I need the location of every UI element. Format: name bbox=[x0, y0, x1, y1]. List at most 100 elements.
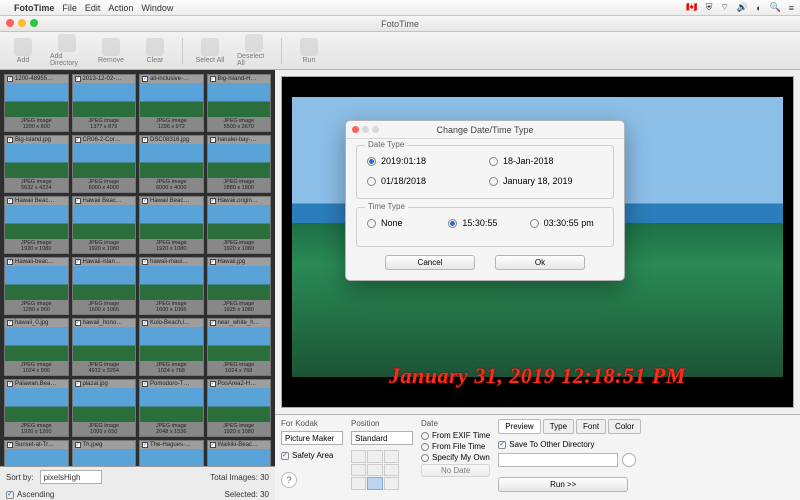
thumbnail-item[interactable]: ✓Hawaii.jpgJPEG image1925 x 1080 bbox=[207, 257, 272, 315]
shield-icon[interactable]: ⛨ bbox=[706, 2, 713, 13]
thumbnail-image bbox=[73, 449, 136, 466]
thumbnail-filename: Waikiki-Beac… bbox=[218, 442, 258, 448]
thumbnail-item[interactable]: ✓hawaii_hono…JPEG image4912 x 3264 bbox=[72, 318, 137, 376]
date-type-fieldset: Date Type 2019:01:18 18-Jan-2018 01/18/2… bbox=[356, 145, 614, 199]
position-grid[interactable] bbox=[351, 450, 399, 490]
date-type-option-0[interactable]: 2019:01:18 bbox=[367, 156, 481, 166]
sort-by-select[interactable]: pixelsHigh bbox=[40, 470, 102, 484]
date-type-option-2[interactable]: 01/18/2018 bbox=[367, 176, 481, 186]
date-specify-radio[interactable]: Specify My Own bbox=[421, 453, 490, 462]
wifi-icon[interactable]: ⌔ bbox=[720, 2, 728, 13]
thumbnail-item[interactable]: ✓hanalei-bay-…JPEG image2880 x 1800 bbox=[207, 135, 272, 193]
menu-action[interactable]: Action bbox=[108, 3, 133, 13]
time-type-option-1[interactable]: 15:30:55 bbox=[448, 218, 521, 228]
thumbnail-item[interactable]: ✓Hawaii Beac…JPEG image1920 x 1080 bbox=[72, 196, 137, 254]
thumbnail-item[interactable]: ✓all-inclusive-…JPEG image1296 x 972 bbox=[139, 74, 204, 132]
tab-color[interactable]: Color bbox=[608, 419, 641, 434]
thumbnail-filename: Hawaii-beac… bbox=[15, 259, 54, 265]
date-from-exif-radio[interactable]: From EXIF Time bbox=[421, 431, 490, 440]
tab-preview[interactable]: Preview bbox=[498, 419, 540, 434]
flag-icon[interactable]: 🇨🇦 bbox=[686, 2, 697, 13]
toolbar-separator bbox=[281, 38, 282, 64]
thumbnail-item[interactable]: ✓Big-Island-H…JPEG image5500 x 3670 bbox=[207, 74, 272, 132]
date-from-file-radio[interactable]: From File Time bbox=[421, 442, 490, 451]
thumbnail-meta: JPEG image1024 x 900 bbox=[5, 361, 68, 375]
thumbnail-filename: 1200-48955… bbox=[15, 76, 53, 82]
picture-maker-select[interactable]: Picture Maker bbox=[281, 431, 343, 445]
run-button[interactable]: Run >> bbox=[498, 477, 628, 492]
menu-edit[interactable]: Edit bbox=[85, 3, 101, 13]
thumbnail-item[interactable]: ✓Hawaii Beac…JPEG image1920 x 1080 bbox=[139, 196, 204, 254]
thumbnail-item[interactable]: ✓plazal.jpgJPEG image1000 x 650 bbox=[72, 379, 137, 437]
toolbar-select-all-button[interactable]: Select All bbox=[193, 38, 227, 64]
thumbnail-item[interactable]: ✓Waikiki-Beac…JPEG image bbox=[207, 440, 272, 466]
toolbar-add-button[interactable]: Add bbox=[6, 38, 40, 64]
thumbnail-item[interactable]: ✓CR06-2-Cor…JPEG image6000 x 4000 bbox=[72, 135, 137, 193]
thumbnail-item[interactable]: ✓DSC08316.jpgJPEG image6000 x 4000 bbox=[139, 135, 204, 193]
toolbar-deselect-all-button[interactable]: Deselect All bbox=[237, 34, 271, 67]
dialog-cancel-button[interactable]: Cancel bbox=[385, 255, 475, 270]
thumbnail-item[interactable]: ✓hawaii_0.jpgJPEG image1024 x 900 bbox=[4, 318, 69, 376]
thumbnail-filename: The-Hagues-… bbox=[150, 442, 191, 448]
time-type-fieldset: Time Type None 15:30:55 03:30:55 pm bbox=[356, 207, 614, 247]
help-button[interactable]: ? bbox=[281, 472, 297, 488]
thumbnail-item[interactable]: ✓Kulo-Beach,l…JPEG image1024 x 768 bbox=[139, 318, 204, 376]
time-type-option-2[interactable]: 03:30:55 pm bbox=[530, 218, 603, 228]
save-other-directory-checkbox[interactable]: Save To Other Directory bbox=[498, 440, 794, 449]
choose-directory-button[interactable] bbox=[622, 453, 636, 467]
thumbnail-filename: hawaii_hono… bbox=[83, 320, 123, 326]
thumbnail-item[interactable]: ✓Pomodoro-T…JPEG image2048 x 1536 bbox=[139, 379, 204, 437]
menu-file[interactable]: File bbox=[62, 3, 77, 13]
thumbnail-item[interactable]: ✓hawaii-maui…JPEG image1600 x 1066 bbox=[139, 257, 204, 315]
search-icon[interactable]: 🔍 bbox=[770, 2, 781, 13]
thumbnail-item[interactable]: ✓1200-48955…JPEG image1200 x 800 bbox=[4, 74, 69, 132]
time-type-option-0[interactable]: None bbox=[367, 218, 440, 228]
zoom-window-icon[interactable] bbox=[30, 19, 38, 27]
volume-icon[interactable]: 🔊 bbox=[737, 2, 748, 13]
toolbar-clear-button[interactable]: Clear bbox=[138, 38, 172, 64]
close-window-icon[interactable] bbox=[6, 19, 14, 27]
dialog-close-icon[interactable] bbox=[352, 126, 359, 133]
output-directory-field[interactable] bbox=[498, 453, 618, 467]
app-name[interactable]: FotoTime bbox=[14, 3, 54, 13]
toolbar-run-button[interactable]: Run bbox=[292, 38, 326, 64]
thumbnail-item[interactable]: ✓Hawaii Beac…JPEG image1920 x 1080 bbox=[4, 196, 69, 254]
dialog-titlebar: Change Date/Time Type bbox=[346, 121, 624, 139]
thumbnail-item[interactable]: ✓2013-12-02-…JPEG image1377 x 879 bbox=[72, 74, 137, 132]
thumbnail-meta: JPEG image1377 x 879 bbox=[73, 117, 136, 131]
date-type-option-1[interactable]: 18-Jan-2018 bbox=[489, 156, 603, 166]
ascending-checkbox[interactable]: Ascending bbox=[6, 490, 54, 499]
thumbnail-image bbox=[208, 83, 271, 117]
hamburger-icon[interactable]: ≡ bbox=[789, 3, 794, 13]
thumbnail-item[interactable]: ✓Hawaii-islan…JPEG image1600 x 1066 bbox=[72, 257, 137, 315]
thumbnail-item[interactable]: ✓Big-island.jpgJPEG image5632 x 4224 bbox=[4, 135, 69, 193]
tab-font[interactable]: Font bbox=[576, 419, 606, 434]
toolbar-remove-button[interactable]: Remove bbox=[94, 38, 128, 64]
date-type-option-3[interactable]: January 18, 2019 bbox=[489, 176, 603, 186]
thumbnail-image bbox=[208, 144, 271, 178]
thumbnail-filename: Hawaii.jpg bbox=[218, 259, 246, 265]
thumbnail-item[interactable]: ✓Palawan.Bea…JPEG image1920 x 1200 bbox=[4, 379, 69, 437]
safety-area-checkbox[interactable]: Safety Area bbox=[281, 451, 343, 460]
thumbnail-meta: JPEG image5500 x 3670 bbox=[208, 117, 271, 131]
thumbnail-image bbox=[73, 388, 136, 422]
thumbnail-item[interactable]: ✓Th.jpegJPEG image bbox=[72, 440, 137, 466]
menu-window[interactable]: Window bbox=[141, 3, 173, 13]
thumbnail-meta: JPEG image1920 x 1200 bbox=[5, 422, 68, 436]
dialog-ok-button[interactable]: Ok bbox=[495, 255, 585, 270]
toolbar-add-directory-button[interactable]: Add Directory bbox=[50, 34, 84, 67]
thumbnail-item[interactable]: ✓Sunset-at-Tr…JPEG image bbox=[4, 440, 69, 466]
thumbnail-item[interactable]: ✓PosArea2-H…JPEG image1920 x 1080 bbox=[207, 379, 272, 437]
no-date-button[interactable]: No Date bbox=[421, 464, 490, 477]
thumbnail-meta: JPEG image1925 x 1080 bbox=[208, 300, 271, 314]
thumbnail-meta: JPEG image2880 x 1800 bbox=[208, 178, 271, 192]
thumbnail-meta: JPEG image1000 x 650 bbox=[73, 422, 136, 436]
thumbnail-item[interactable]: ✓near_white_h…JPEG image1024 x 768 bbox=[207, 318, 272, 376]
dnd-icon[interactable]: ◐ bbox=[756, 3, 761, 13]
position-select[interactable]: Standard bbox=[351, 431, 413, 445]
thumbnail-item[interactable]: ✓The-Hagues-…JPEG image bbox=[139, 440, 204, 466]
minimize-window-icon[interactable] bbox=[18, 19, 26, 27]
thumbnail-item[interactable]: ✓Hawaii.origin…JPEG image1920 x 1080 bbox=[207, 196, 272, 254]
thumbnail-item[interactable]: ✓Hawaii-beac…JPEG image1280 x 960 bbox=[4, 257, 69, 315]
tab-type[interactable]: Type bbox=[543, 419, 574, 434]
